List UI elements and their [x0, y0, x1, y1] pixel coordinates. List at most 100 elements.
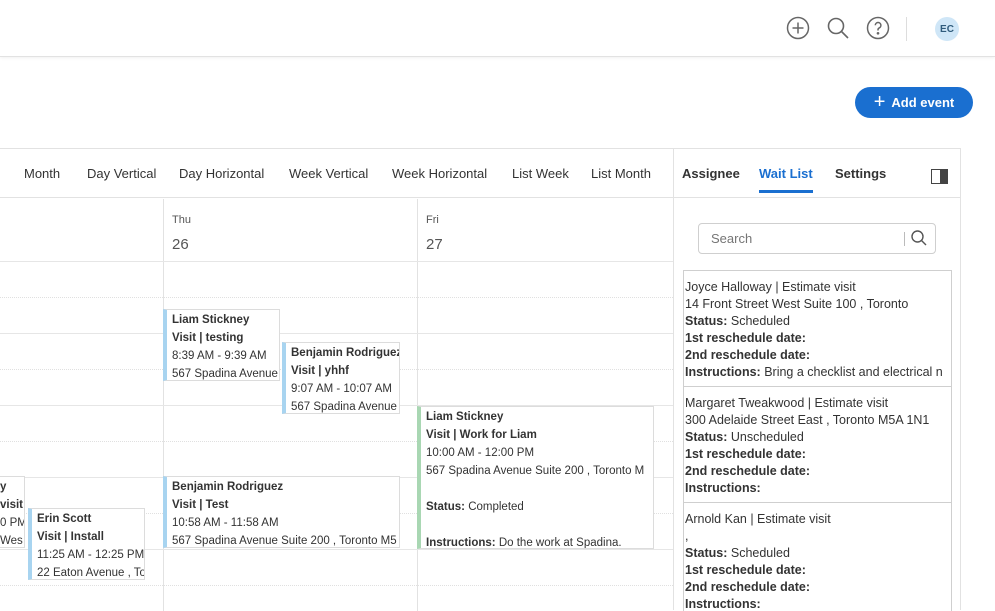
event-status-label: Status:: [426, 501, 465, 513]
wait-item-instructions: Instructions:: [685, 596, 951, 611]
second-reschedule-label: 2nd reschedule date:: [685, 464, 811, 478]
tab-wait-list[interactable]: Wait List: [759, 166, 813, 193]
tab-settings[interactable]: Settings: [835, 166, 886, 181]
wait-item-status: Status: Scheduled: [685, 545, 951, 562]
event-title: visit: [0, 499, 24, 511]
event-address: 567 Spadina Avenue Suite 200 , Toronto M: [426, 465, 645, 477]
top-bar: EC: [0, 0, 995, 57]
day-name: Thu: [172, 214, 191, 226]
view-tab-month[interactable]: Month: [24, 166, 60, 181]
event-address: 567 Spadina Avenue Suite 200 , Toronto M…: [172, 535, 397, 547]
side-panel-tabs: Assignee Wait List Settings: [674, 149, 961, 198]
add-circle-icon[interactable]: [786, 16, 810, 40]
search-divider: [904, 232, 905, 246]
plus-icon: +: [873, 90, 886, 113]
calendar-event[interactable]: Liam Stickney Visit | testing 8:39 AM - …: [163, 309, 280, 381]
wait-item-instructions: Instructions:: [685, 480, 951, 497]
view-tab-list-month[interactable]: List Month: [591, 166, 651, 181]
wait-item-instructions: Instructions: Bring a checklist and elec…: [685, 364, 951, 381]
event-time: 9:07 AM - 10:07 AM: [291, 383, 393, 395]
wait-item-address: 300 Adelaide Street East , Toronto M5A 1…: [685, 413, 930, 427]
first-reschedule-label: 1st reschedule date:: [685, 447, 806, 461]
add-event-button[interactable]: + Add event: [855, 87, 973, 118]
wait-item-title: Arnold Kan | Estimate visit: [685, 512, 831, 526]
calendar-event[interactable]: Liam Stickney Visit | Work for Liam 10:0…: [417, 406, 654, 549]
tab-assignee[interactable]: Assignee: [682, 166, 740, 181]
side-panel: Assignee Wait List Settings Joyce Hallow…: [673, 148, 961, 611]
event-instructions-value: Do the work at Spadina.: [498, 537, 622, 549]
view-tab-week-vertical[interactable]: Week Vertical: [289, 166, 368, 181]
time-slot-line: [0, 585, 673, 586]
calendar-panel: ı Month Day Vertical Day Horizontal Week…: [0, 148, 673, 611]
time-slot-line: [0, 333, 673, 334]
instructions-label: Instructions:: [685, 597, 761, 611]
status-value: Unscheduled: [730, 430, 804, 444]
event-title: Visit | Test: [172, 499, 229, 511]
event-assignee: Benjamin Rodriguez: [291, 347, 400, 359]
status-label: Status:: [685, 430, 728, 444]
time-slot-line: [0, 297, 673, 298]
help-icon[interactable]: [866, 16, 890, 40]
day-number: 27: [426, 236, 443, 253]
first-reschedule-label: 1st reschedule date:: [685, 331, 806, 345]
search-icon[interactable]: [826, 16, 850, 40]
topbar-divider: [906, 17, 907, 41]
event-assignee: y: [0, 481, 7, 493]
event-assignee: Liam Stickney: [172, 314, 250, 326]
event-assignee: Liam Stickney: [426, 411, 504, 423]
second-reschedule-label: 2nd reschedule date:: [685, 580, 811, 594]
status-label: Status:: [685, 546, 728, 560]
day-name: Fri: [426, 214, 439, 226]
day-number: 26: [172, 236, 189, 253]
event-title: Visit | testing: [172, 332, 244, 344]
calendar-event[interactable]: Benjamin Rodriguez Visit | Test 10:58 AM…: [163, 476, 400, 548]
wait-list-item[interactable]: Joyce Halloway | Estimate visit 14 Front…: [684, 271, 951, 387]
wait-item-address: 14 Front Street West Suite 100 , Toronto: [685, 297, 909, 311]
view-tab-week-horizontal[interactable]: Week Horizontal: [392, 166, 487, 181]
event-title: Visit | yhhf: [291, 365, 349, 377]
instructions-value: Bring a checklist and electrical n: [764, 365, 943, 379]
instructions-label: Instructions:: [685, 365, 761, 379]
wait-list-search-input[interactable]: [698, 223, 936, 254]
add-event-label: Add event: [891, 95, 955, 110]
event-time: 11:25 AM - 12:25 PM: [37, 549, 145, 561]
event-time: 0 PM: [0, 517, 25, 529]
second-reschedule-label: 2nd reschedule date:: [685, 348, 811, 362]
event-time: 10:00 AM - 12:00 PM: [426, 447, 535, 459]
event-title: Visit | Install: [37, 531, 104, 543]
view-tab-day-horizontal[interactable]: Day Horizontal: [179, 166, 264, 181]
calendar-event[interactable]: y visit 0 PM Wes: [0, 476, 25, 548]
event-status-value: Completed: [468, 501, 524, 513]
first-reschedule-label: 1st reschedule date:: [685, 563, 806, 577]
event-instructions-label: Instructions:: [426, 537, 496, 549]
view-tab-day-vertical[interactable]: Day Vertical: [87, 166, 156, 181]
wait-item-title: Margaret Tweakwood | Estimate visit: [685, 396, 889, 410]
wait-item-address: ,: [685, 529, 689, 543]
panel-toggle-icon[interactable]: [931, 169, 948, 184]
search-icon[interactable]: [910, 229, 928, 247]
instructions-label: Instructions:: [685, 481, 761, 495]
event-time: 10:58 AM - 11:58 AM: [172, 517, 279, 529]
wait-item-status: Status: Unscheduled: [685, 429, 951, 446]
event-assignee: Erin Scott: [37, 513, 92, 525]
wait-list-item[interactable]: Arnold Kan | Estimate visit , Status: Sc…: [684, 503, 951, 611]
event-address: 567 Spadina Avenue: [291, 401, 397, 413]
event-time: 8:39 AM - 9:39 AM: [172, 350, 267, 362]
event-address: Wes: [0, 535, 23, 547]
wait-item-title: Joyce Halloway | Estimate visit: [685, 280, 856, 294]
event-instructions: Instructions: Do the work at Spadina.: [426, 534, 653, 549]
wait-list-item[interactable]: Margaret Tweakwood | Estimate visit 300 …: [684, 387, 951, 503]
calendar-event[interactable]: Erin Scott Visit | Install 11:25 AM - 12…: [28, 508, 145, 580]
calendar-view-tabs: ı Month Day Vertical Day Horizontal Week…: [0, 149, 673, 198]
status-value: Scheduled: [730, 546, 790, 560]
event-assignee: Benjamin Rodriguez: [172, 481, 284, 493]
event-title: Visit | Work for Liam: [426, 429, 537, 441]
wait-list: Joyce Halloway | Estimate visit 14 Front…: [683, 270, 952, 611]
event-address: 22 Eaton Avenue , To: [37, 567, 145, 579]
wait-item-status: Status: Scheduled: [685, 313, 951, 330]
event-status: Status: Completed: [426, 498, 653, 516]
view-tab-list-week[interactable]: List Week: [512, 166, 569, 181]
view-tab-partial[interactable]: ı: [0, 166, 1, 181]
calendar-event[interactable]: Benjamin Rodriguez Visit | yhhf 9:07 AM …: [282, 342, 400, 414]
avatar[interactable]: EC: [935, 17, 959, 41]
